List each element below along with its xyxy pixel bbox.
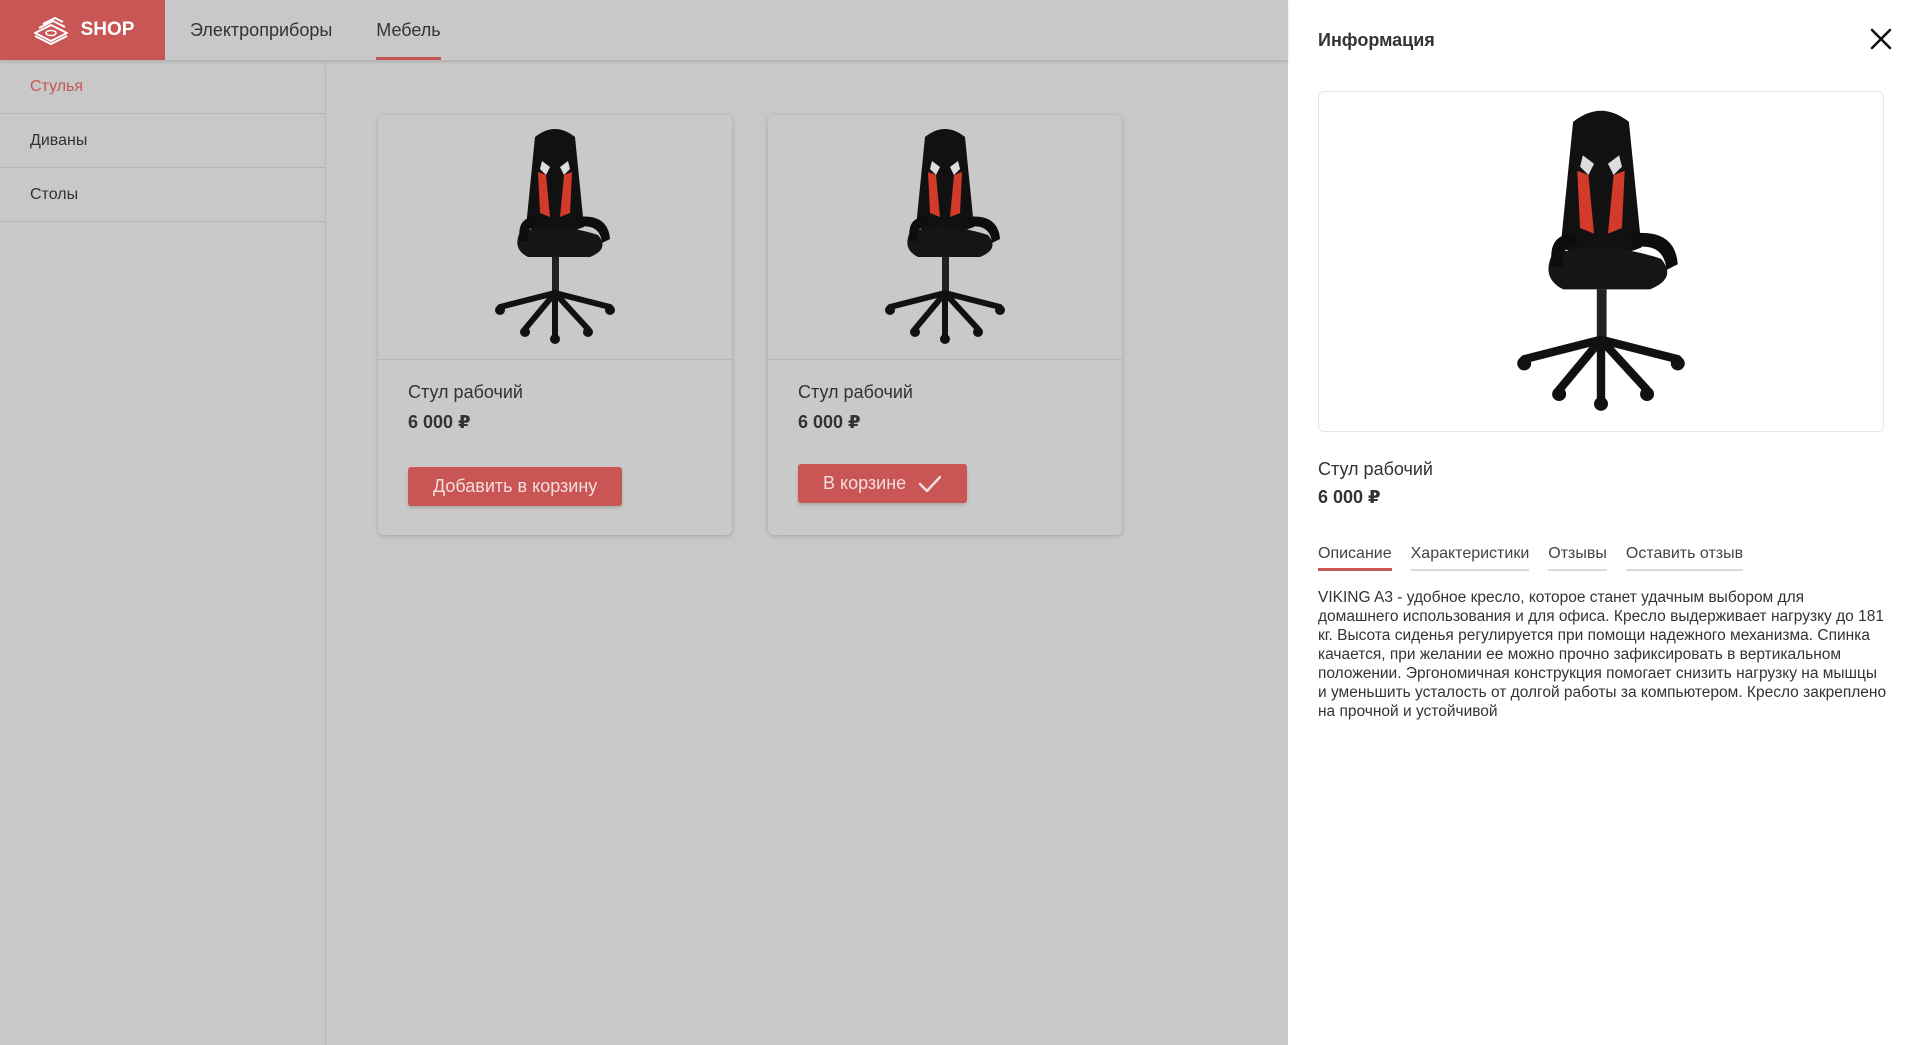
tab-description[interactable]: Описание [1318, 545, 1392, 571]
drawer-product-price: 6 000 ₽ [1318, 487, 1381, 507]
office-chair-image [1517, 110, 1685, 411]
logo-text: SHOP [80, 19, 135, 40]
page: SHOP Электроприборы Мебель Стулья Диваны… [0, 0, 1920, 1045]
money-stack-icon [33, 17, 68, 45]
checkmark-icon [918, 475, 942, 492]
sidebar-item-tables[interactable]: Столы [0, 168, 325, 222]
nav-item-electro[interactable]: Электроприборы [190, 0, 332, 60]
product-card[interactable]: Стул рабочий 6 000 ₽ В корзине [768, 115, 1122, 535]
tab-leave-review[interactable]: Оставить отзыв [1625, 545, 1744, 571]
product-card[interactable]: Стул рабочий 6 000 ₽ Добавить в корзину [378, 115, 732, 535]
button-label: В корзине [823, 473, 907, 493]
office-chair-image [495, 129, 615, 344]
product-image-large[interactable] [1318, 91, 1884, 432]
close-icon [1870, 28, 1892, 50]
nav-item-furniture[interactable]: Мебель [376, 0, 442, 60]
product-image[interactable] [378, 115, 732, 360]
sidebar-item-sofas[interactable]: Диваны [0, 114, 325, 168]
main-nav: Электроприборы Мебель [190, 0, 442, 60]
office-chair-image [885, 129, 1005, 344]
info-drawer: Информация Стул рабочий 6 000 ₽ Описание… [1288, 0, 1920, 1045]
product-title: Стул рабочий [798, 382, 913, 402]
product-image[interactable] [768, 115, 1122, 360]
close-button[interactable] [1868, 26, 1894, 52]
product-price: 6 000 ₽ [408, 412, 471, 432]
product-description: VIKING A3 - удобное кресло, которое стан… [1318, 589, 1887, 720]
drawer-product-name: Стул рабочий [1318, 459, 1433, 479]
top-header: SHOP Электроприборы Мебель [0, 0, 1288, 60]
button-label: Добавить в корзину [433, 476, 598, 496]
add-to-cart-button[interactable]: Добавить в корзину [408, 467, 623, 506]
tab-specs[interactable]: Характеристики [1410, 545, 1530, 571]
product-title: Стул рабочий [408, 382, 523, 402]
drawer-title: Информация [1318, 30, 1435, 50]
product-grid: Стул рабочий 6 000 ₽ Добавить в корзину [326, 60, 1288, 1045]
product-price: 6 000 ₽ [798, 412, 861, 432]
logo[interactable]: SHOP [0, 0, 165, 60]
in-cart-button[interactable]: В корзине [798, 464, 968, 503]
sidebar-item-chairs[interactable]: Стулья [0, 60, 325, 114]
info-tabs: Описание Характеристики Отзывы Оставить … [1318, 545, 1744, 571]
category-sidebar: Стулья Диваны Столы [0, 60, 326, 1045]
tab-reviews[interactable]: Отзывы [1548, 545, 1607, 571]
